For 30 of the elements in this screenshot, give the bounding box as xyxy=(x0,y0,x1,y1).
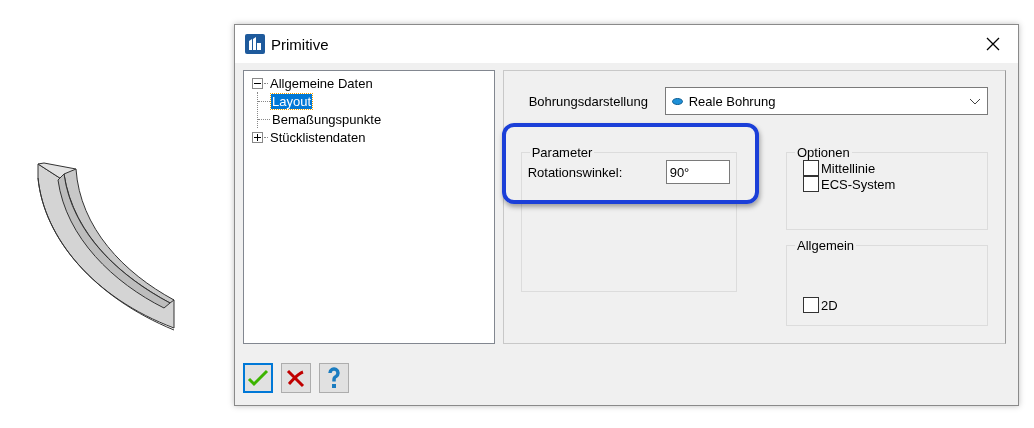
input-field[interactable]: 90° xyxy=(665,160,730,184)
app-logo-icon xyxy=(245,34,265,54)
close-icon xyxy=(986,37,1000,51)
ok-button[interactable] xyxy=(243,363,273,393)
field-label: Rotationswinkel: xyxy=(527,164,624,180)
tree-item[interactable]: Layout xyxy=(271,93,313,109)
dropdown[interactable]: Reale Bohrung xyxy=(664,87,988,115)
checkmark-icon xyxy=(247,369,269,387)
collapse-icon[interactable] xyxy=(252,77,263,89)
expand-icon[interactable] xyxy=(252,131,263,143)
window-title: Primitive xyxy=(271,35,330,53)
group-title: Optionen xyxy=(796,145,851,160)
tree-item[interactable]: Stücklistendaten xyxy=(269,129,367,145)
checkbox-label: Mittellinie xyxy=(821,160,876,176)
chevron-down-icon xyxy=(969,97,981,105)
ellipse-icon xyxy=(671,97,683,105)
checkbox-label: ECS-System xyxy=(821,176,896,192)
checkbox-label: 2D xyxy=(821,297,838,313)
group-title: Allgemein xyxy=(796,238,856,253)
field-label: Bohrungsdarstellung xyxy=(527,93,649,109)
group-title: Parameter xyxy=(530,145,594,160)
cancel-button[interactable] xyxy=(281,363,311,393)
tree-item[interactable]: Allgemeine Daten xyxy=(269,75,374,91)
checkbox[interactable] xyxy=(803,176,819,192)
tree-item[interactable]: Bemaßungspunkte xyxy=(271,111,383,127)
checkbox[interactable] xyxy=(803,160,819,176)
help-button[interactable] xyxy=(319,363,349,393)
cross-icon xyxy=(285,368,307,388)
checkbox[interactable] xyxy=(803,297,819,313)
help-icon xyxy=(327,367,341,389)
